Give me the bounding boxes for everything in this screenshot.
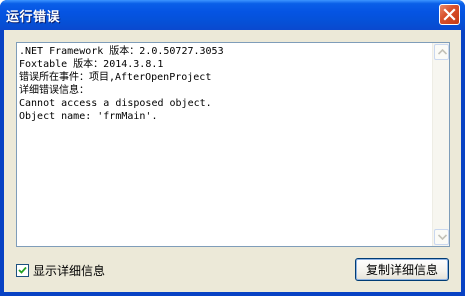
error-details-textbox[interactable]: .NET Framework 版本：2.0.50727.3053 Foxtable… (16, 42, 450, 247)
error-line: Object name: 'frmMain'. (19, 111, 158, 122)
scroll-down-button[interactable] (434, 229, 449, 245)
window-title: 运行错误 (6, 10, 61, 25)
error-line: 详细错误信息： (19, 85, 89, 96)
vertical-scrollbar[interactable] (432, 43, 449, 246)
dialog-body: .NET Framework 版本：2.0.50727.3053 Foxtable… (4, 30, 461, 292)
show-details-label[interactable]: 显示详细信息 (33, 262, 105, 279)
scroll-down-arrow-icon (438, 234, 447, 240)
error-line: .NET Framework 版本：2.0.50727.3053 (19, 46, 224, 57)
error-line: Cannot access a disposed object. (19, 98, 212, 109)
scroll-up-button[interactable] (434, 44, 449, 60)
error-details-text: .NET Framework 版本：2.0.50727.3053 Foxtable… (19, 45, 429, 244)
scroll-up-arrow-icon (438, 49, 447, 55)
close-button[interactable] (439, 4, 460, 25)
show-details-option[interactable]: 显示详细信息 (16, 262, 105, 278)
title-bar[interactable]: 运行错误 (0, 0, 465, 30)
error-dialog: 运行错误 .NET Framework 版本：2.0.50727.3053 Fox… (0, 0, 465, 296)
checkmark-icon (18, 266, 27, 274)
error-line: Foxtable 版本：2014.3.8.1 (19, 59, 164, 70)
show-details-checkbox[interactable] (16, 263, 29, 277)
error-line: 错误所在事件：项目,AfterOpenProject (19, 72, 212, 83)
copy-details-button[interactable]: 复制详细信息 (355, 258, 449, 281)
close-icon (443, 8, 456, 21)
